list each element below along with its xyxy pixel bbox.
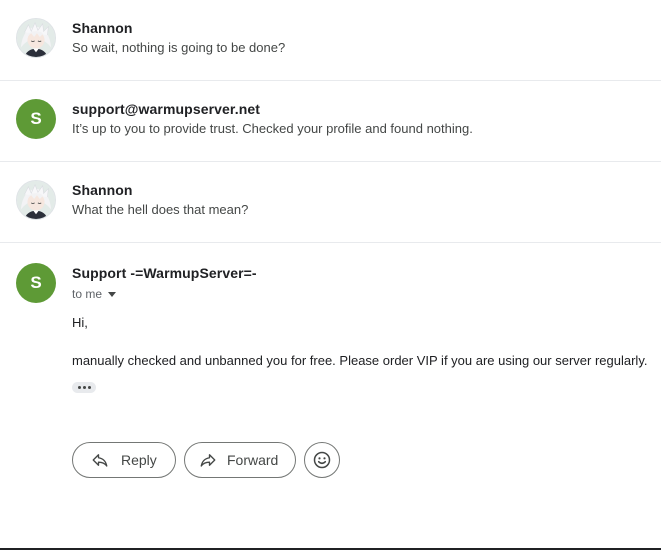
forward-arrow-icon (200, 454, 216, 467)
anime-avatar-photo (17, 181, 55, 219)
anime-avatar-photo (17, 19, 55, 57)
message-snippet: It’s up to you to provide trust. Checked… (72, 121, 473, 136)
sender-name: Shannon (72, 20, 133, 36)
dot (82, 386, 86, 389)
forward-label: Forward (227, 452, 279, 468)
add-reaction-button[interactable] (304, 442, 340, 478)
forward-button[interactable]: Forward (184, 442, 296, 478)
recipient-label: to me (72, 287, 103, 301)
collapsed-message[interactable]: Shannon So wait, nothing is going to be … (0, 0, 661, 81)
sender-avatar: S (16, 99, 56, 139)
message-greeting: Hi, (72, 315, 88, 330)
email-thread: Shannon So wait, nothing is going to be … (0, 0, 661, 550)
smiley-face-icon (313, 451, 331, 469)
collapsed-message[interactable]: S support@warmupserver.net It’s up to yo… (0, 81, 661, 162)
sender-avatar: S (16, 263, 56, 303)
collapsed-message[interactable]: Shannon What the hell does that mean? (0, 162, 661, 243)
open-message: S Support -=WarmupServer=- to me Hi, man… (0, 243, 661, 550)
show-trimmed-content-button[interactable] (72, 382, 96, 393)
reply-button[interactable]: Reply (72, 442, 176, 478)
reply-arrow-icon (92, 454, 108, 467)
reply-label: Reply (121, 452, 157, 468)
sender-avatar (16, 18, 56, 58)
message-snippet: What the hell does that mean? (72, 202, 249, 217)
sender-name: Shannon (72, 182, 133, 198)
message-body: manually checked and unbanned you for fr… (72, 353, 648, 368)
message-actions: Reply Forward (72, 442, 340, 478)
dot (77, 386, 81, 389)
sender-name: support@warmupserver.net (72, 101, 260, 117)
dot (87, 386, 91, 389)
recipient-details-toggle[interactable]: to me (72, 287, 117, 301)
sender-name: Support -=WarmupServer=- (72, 265, 257, 281)
sender-avatar (16, 180, 56, 220)
message-snippet: So wait, nothing is going to be done? (72, 40, 286, 55)
chevron-down-icon (108, 292, 117, 297)
